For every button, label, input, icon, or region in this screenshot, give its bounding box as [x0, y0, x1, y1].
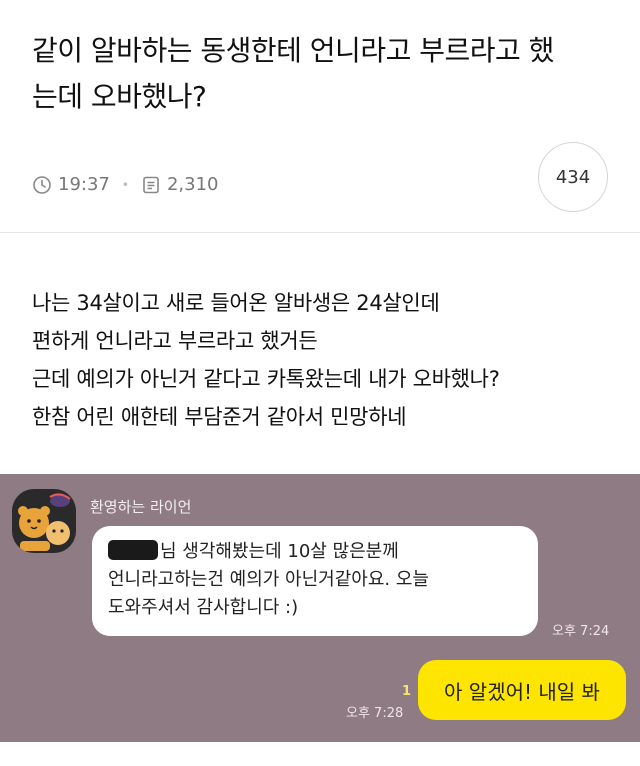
outgoing-message-text: 아 알겠어! 내일 봐: [444, 679, 600, 704]
post-time: 19:37: [58, 174, 110, 195]
comment-count-button[interactable]: 434: [538, 142, 608, 212]
post-title: 같이 알바하는 동생한테 언니라고 부르라고 했 는데 오바했나?: [32, 28, 592, 120]
post-title-line: 같이 알바하는 동생한테 언니라고 부르라고 했: [32, 34, 554, 67]
ryan-character-icon: [12, 489, 76, 553]
post-views: 2,310: [166, 174, 219, 195]
chat-screenshot: 환영하는 라이언 님 생각해봤는데 10살 많은분께 언니라고하는건 예의가 아…: [0, 474, 640, 742]
post-body-line: 한참 어린 애한테 부담준거 같아서 민망하네: [32, 405, 407, 429]
incoming-message-line: 언니라고하는건 예의가 아닌거같아요. 오늘: [108, 569, 429, 590]
unread-count: 1: [402, 684, 412, 699]
post-body-line: 근데 예의가 아닌거 같다고 카톡왔는데 내가 오바했나?: [32, 367, 500, 391]
incoming-message-time: 오후 7:24: [552, 624, 610, 639]
divider: [0, 232, 640, 233]
post-body: 나는 34살이고 새로 들어온 알바생은 24살인데 편하게 언니라고 부르라고…: [32, 284, 622, 436]
post-meta: 19:37 • 2,310: [32, 174, 218, 195]
views-icon: [143, 176, 159, 193]
redacted-name: [108, 540, 158, 560]
outgoing-bubble-tail: [612, 666, 626, 682]
post-title-line: 는데 오바했나?: [32, 80, 207, 113]
incoming-message-bubble[interactable]: 님 생각해봤는데 10살 많은분께 언니라고하는건 예의가 아닌거같아요. 오늘…: [92, 526, 538, 636]
separator-dot: •: [121, 177, 129, 192]
clock-icon: [33, 175, 51, 194]
outgoing-message-bubble[interactable]: 아 알겠어! 내일 봐: [418, 660, 626, 720]
incoming-message-line: 도와주셔서 감사합니다 :): [108, 597, 299, 618]
sender-avatar: [12, 489, 76, 553]
comment-count: 434: [555, 166, 591, 188]
outgoing-message-time: 오후 7:28: [346, 706, 404, 721]
incoming-message-line: 님 생각해봤는데 10살 많은분께: [160, 541, 399, 562]
post-body-line: 나는 34살이고 새로 들어온 알바생은 24살인데: [32, 291, 440, 315]
post-body-line: 편하게 언니라고 부르라고 했거든: [32, 329, 318, 353]
sender-name: 환영하는 라이언: [90, 498, 192, 516]
